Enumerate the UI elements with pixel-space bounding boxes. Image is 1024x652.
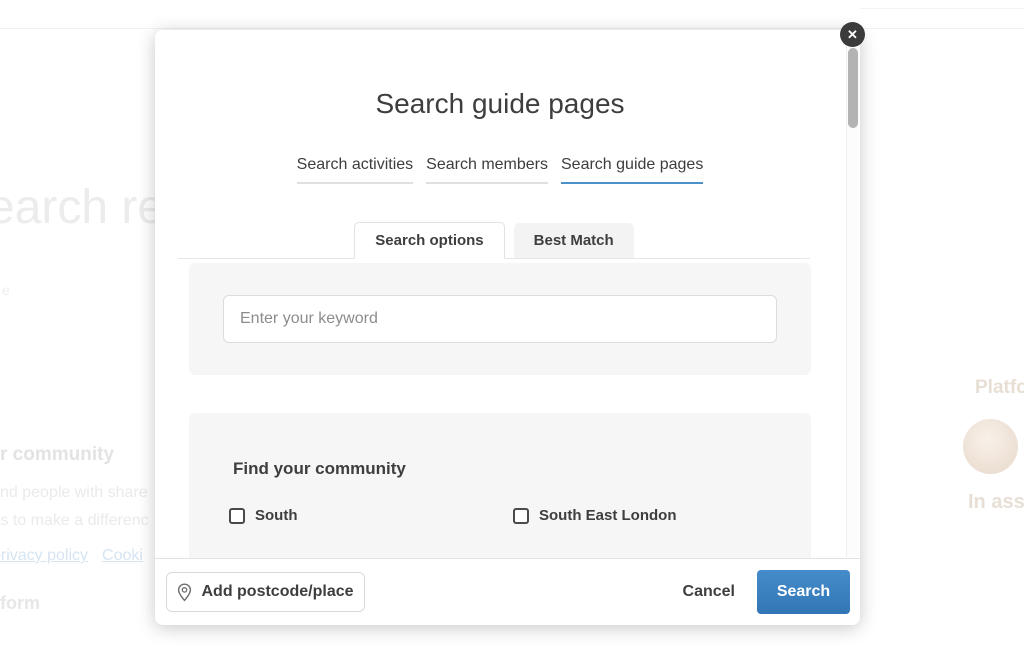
search-button[interactable]: Search	[757, 570, 850, 614]
search-type-links: Search activities Search members Search …	[155, 156, 845, 184]
tab-search-options[interactable]: Search options	[354, 222, 504, 259]
keyword-input[interactable]	[223, 295, 777, 343]
community-heading: Find your community	[189, 413, 811, 479]
link-search-guide-pages[interactable]: Search guide pages	[561, 156, 703, 184]
search-modal: ✕ Search guide pages Search activities S…	[155, 30, 860, 625]
modal-footer: Add postcode/place Cancel Search	[155, 558, 860, 625]
cancel-button[interactable]: Cancel	[683, 583, 735, 601]
background-header-divider	[0, 28, 1024, 29]
background-header-divider-right	[860, 8, 1024, 9]
checkbox-label: South East London	[539, 507, 676, 524]
background-form-text: form	[0, 593, 40, 614]
page: earch resu e r community nd people with …	[0, 0, 1024, 652]
background-footer-links: privacy policy Cooki	[0, 547, 157, 565]
background-association-text: In asso	[968, 491, 1024, 514]
tab-best-match[interactable]: Best Match	[514, 223, 634, 258]
background-platform-text: Platfo	[975, 377, 1024, 399]
background-text-line2: ts to make a differenc	[0, 512, 149, 530]
link-search-members[interactable]: Search members	[426, 156, 548, 184]
checkbox-icon[interactable]	[229, 508, 245, 524]
search-mode-tabbar: Search options Best Match	[178, 222, 810, 259]
link-search-activities[interactable]: Search activities	[297, 156, 414, 184]
cookie-policy-link[interactable]: Cooki	[102, 547, 143, 564]
background-text-line1: nd people with share	[0, 484, 148, 502]
add-postcode-button[interactable]: Add postcode/place	[166, 572, 365, 612]
community-option-south[interactable]: South	[229, 507, 513, 524]
privacy-policy-link[interactable]: privacy policy	[0, 547, 88, 564]
background-photo-circle	[963, 419, 1018, 474]
scrollbar-thumb[interactable]	[848, 48, 858, 128]
background-community-heading: r community	[0, 444, 114, 466]
modal-scrollbar[interactable]	[846, 46, 859, 557]
background-subtext: e	[2, 282, 10, 298]
community-option-south-east-london[interactable]: South East London	[513, 507, 797, 524]
add-postcode-label: Add postcode/place	[201, 583, 353, 601]
keyword-panel	[189, 263, 811, 375]
checkbox-icon[interactable]	[513, 508, 529, 524]
checkbox-label: South	[255, 507, 298, 524]
close-icon[interactable]: ✕	[840, 22, 865, 47]
community-options-row: South South East London	[189, 507, 811, 524]
location-pin-icon	[177, 583, 192, 602]
modal-title: Search guide pages	[155, 88, 845, 120]
